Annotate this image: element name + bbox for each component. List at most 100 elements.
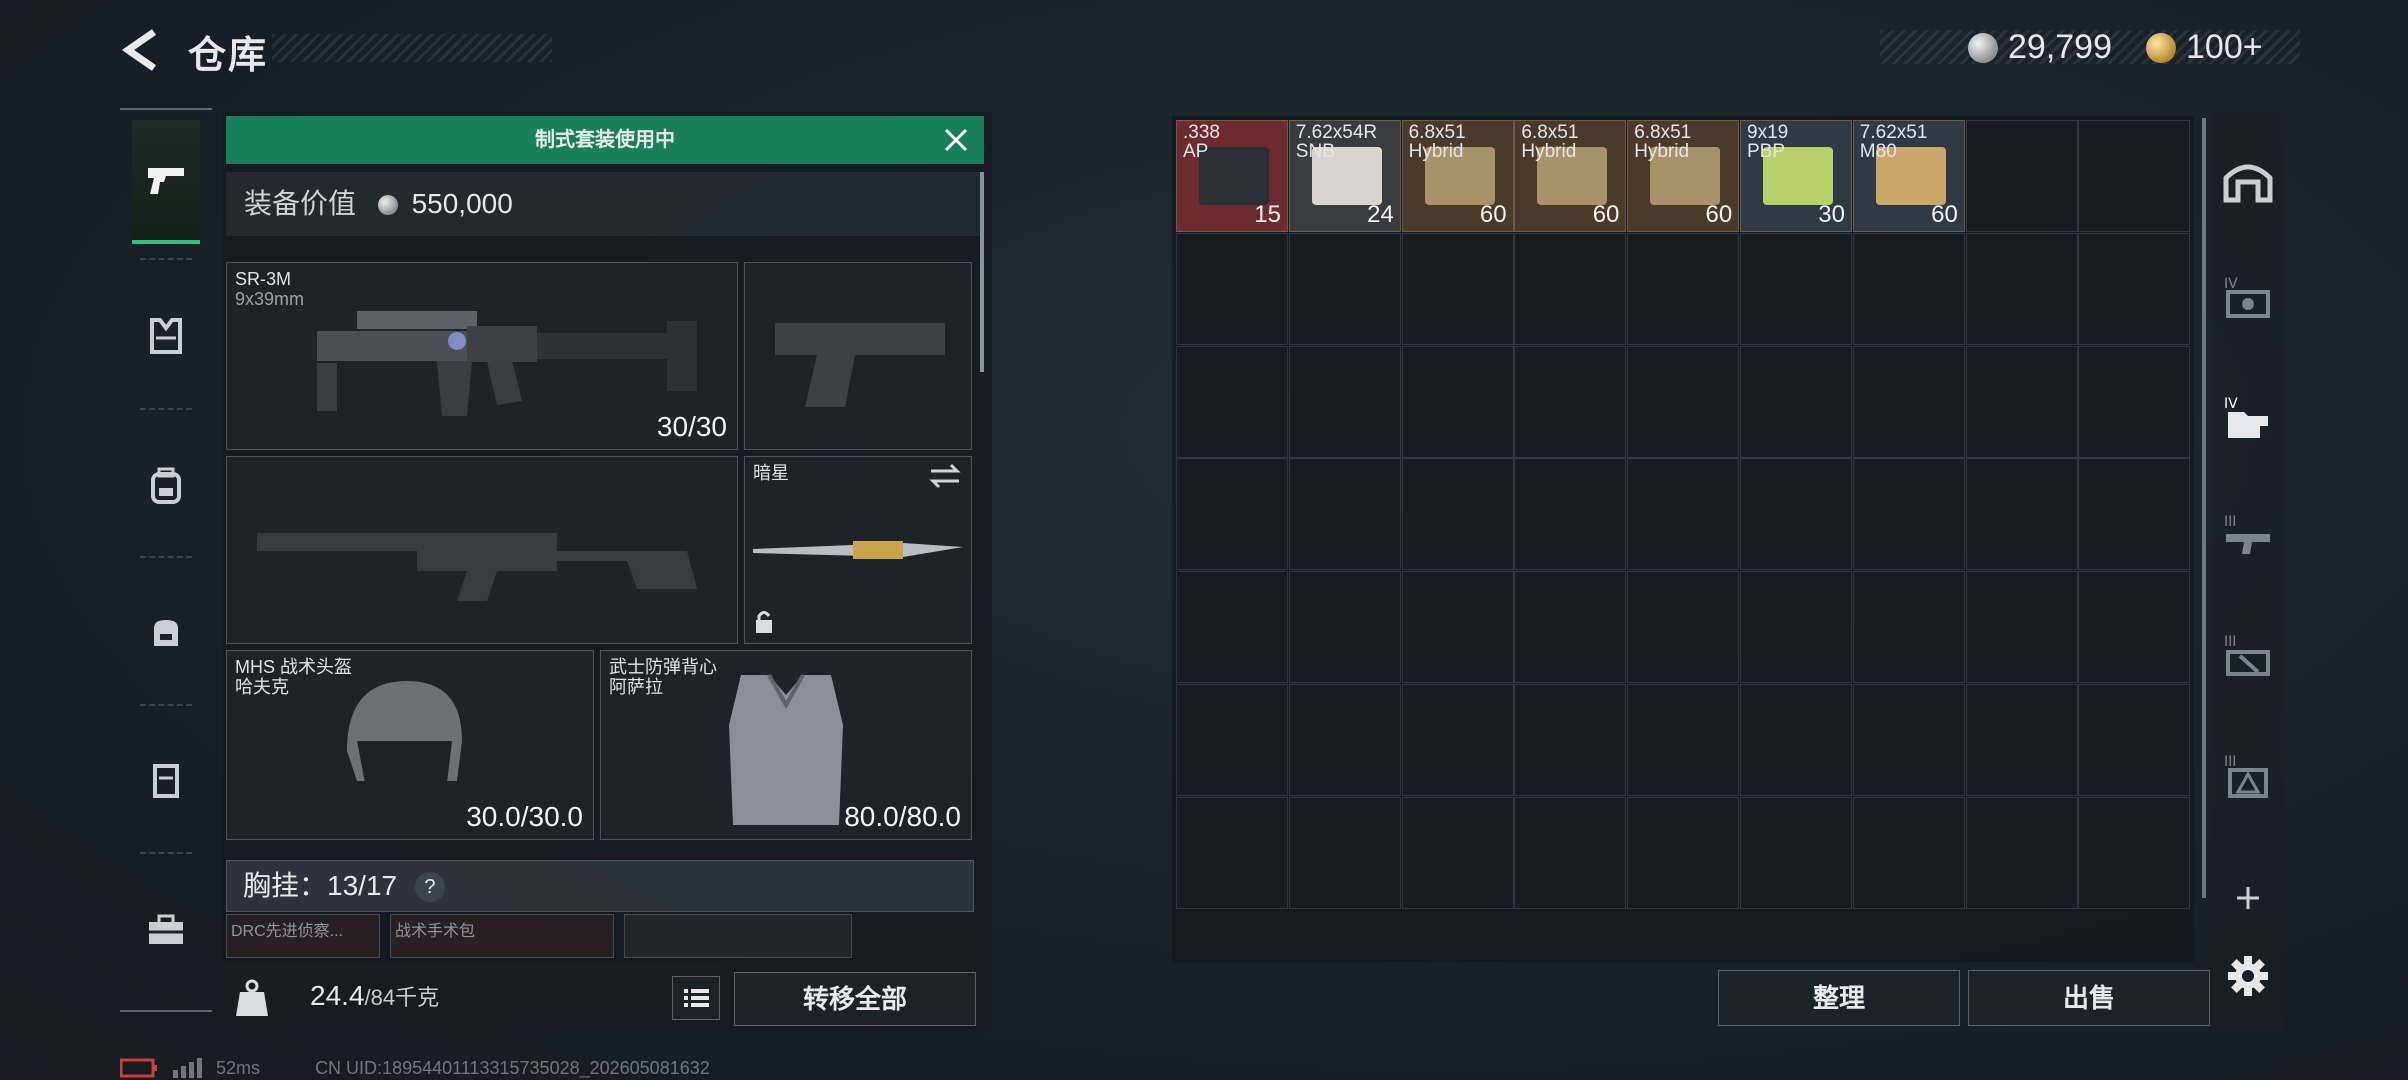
nav-case[interactable] <box>132 720 200 840</box>
stash-cell[interactable] <box>1740 796 1852 909</box>
stash-cell[interactable] <box>2078 684 2191 796</box>
tab-level-iv-case[interactable]: IV <box>2220 270 2276 326</box>
stash-cell[interactable] <box>2078 458 2191 571</box>
stash-cell[interactable] <box>1965 796 2078 909</box>
chest-rig-row[interactable]: 胸挂：13/17 ? <box>226 860 974 912</box>
stash-cell[interactable] <box>1627 458 1740 571</box>
stash-cell[interactable] <box>1852 796 1965 909</box>
pistol-slot[interactable] <box>744 262 972 450</box>
armor-slot[interactable]: 武士防弹背心 阿萨拉 80.0/80.0 <box>600 650 972 840</box>
add-tab-button[interactable] <box>2220 870 2276 926</box>
stash-cell[interactable] <box>1965 120 2078 232</box>
rig-item-2[interactable]: 战术手术包 <box>390 914 614 958</box>
stash-cell[interactable] <box>1627 684 1740 796</box>
stash-cell[interactable] <box>2078 120 2191 232</box>
ammo-item[interactable]: 9x19 PBP 30 <box>1740 120 1852 232</box>
stash-cell[interactable] <box>1401 345 1514 458</box>
stash-cell[interactable] <box>1401 232 1514 345</box>
stash-cell[interactable] <box>1288 684 1401 796</box>
close-icon[interactable] <box>942 126 970 154</box>
tab-level-iv-folder[interactable]: IV <box>2220 390 2276 446</box>
stash-cell[interactable] <box>1401 684 1514 796</box>
sell-button[interactable]: 出售 <box>1968 970 2210 1026</box>
secondary-weapon-slot[interactable] <box>226 456 738 644</box>
stash-cell[interactable] <box>1740 571 1852 684</box>
stash-cell[interactable] <box>1627 796 1740 909</box>
stash-grid[interactable]: .338 AP 15 7.62x54R SNB 24 6.8x51 Hybrid 60 6.8x5… <box>1176 120 2192 960</box>
stash-cell[interactable] <box>1740 232 1852 345</box>
stash-cell[interactable] <box>1401 796 1514 909</box>
stash-cell[interactable] <box>1514 232 1627 345</box>
primary-weapon-slot[interactable]: SR-3M 9x39mm 30/30 <box>226 262 738 450</box>
ammo-item[interactable]: .338 AP 15 <box>1176 120 1288 232</box>
rig-item-3[interactable] <box>624 914 852 958</box>
silver-currency[interactable]: 29,799 <box>1968 28 2112 67</box>
nav-weapons[interactable] <box>132 120 200 244</box>
stash-cell[interactable] <box>1514 345 1627 458</box>
sort-button[interactable]: 整理 <box>1718 970 1960 1026</box>
stash-cell[interactable] <box>2078 232 2191 345</box>
stash-cell[interactable] <box>1401 571 1514 684</box>
stash-cell[interactable] <box>1176 345 1288 458</box>
stash-scrollbar[interactable] <box>2202 118 2206 898</box>
stash-cell[interactable] <box>1288 345 1401 458</box>
rig-item-1[interactable]: DRC先进侦察... <box>226 914 380 958</box>
stash-cell[interactable] <box>1965 345 2078 458</box>
stash-cell[interactable] <box>1514 571 1627 684</box>
stash-cell[interactable] <box>1852 571 1965 684</box>
stash-cell[interactable] <box>1627 345 1740 458</box>
tab-level-iii-gun[interactable]: III <box>2220 508 2276 564</box>
stash-cell[interactable] <box>1740 345 1852 458</box>
stash-cell[interactable] <box>1514 796 1627 909</box>
ammo-item[interactable]: 6.8x51 Hybrid 60 <box>1627 120 1740 232</box>
stash-cell[interactable] <box>1401 458 1514 571</box>
settings-button[interactable] <box>2220 948 2276 1004</box>
stash-cell[interactable] <box>1627 571 1740 684</box>
swap-icon[interactable] <box>929 463 961 489</box>
stash-cell[interactable] <box>1176 232 1288 345</box>
ammo-item[interactable]: 6.8x51 Hybrid 60 <box>1401 120 1514 232</box>
stash-cell[interactable] <box>1965 571 2078 684</box>
tab-level-iii-box[interactable]: III <box>2220 748 2276 804</box>
helmet-slot[interactable]: MHS 战术头盔 哈夫克 30.0/30.0 <box>226 650 594 840</box>
nav-vest[interactable] <box>132 276 200 396</box>
transfer-all-button[interactable]: 转移全部 <box>734 972 976 1026</box>
nav-bag[interactable] <box>132 572 200 692</box>
stash-cell[interactable] <box>1965 232 2078 345</box>
list-view-button[interactable] <box>672 976 720 1020</box>
stash-cell[interactable] <box>1176 684 1288 796</box>
stash-cell[interactable] <box>1514 684 1627 796</box>
melee-slot[interactable]: 暗星 <box>744 456 972 644</box>
stash-cell[interactable] <box>1176 571 1288 684</box>
gold-currency[interactable]: 100+ <box>2146 28 2263 67</box>
stash-cell[interactable] <box>1852 232 1965 345</box>
stash-cell[interactable] <box>1852 684 1965 796</box>
loadout-scrollbar[interactable] <box>980 172 984 372</box>
stash-cell[interactable] <box>1740 684 1852 796</box>
stash-cell[interactable] <box>1176 458 1288 571</box>
stash-cell[interactable] <box>1288 571 1401 684</box>
stash-cell[interactable] <box>1852 345 1965 458</box>
stash-cell[interactable] <box>1965 458 2078 571</box>
stash-cell[interactable] <box>1514 458 1627 571</box>
stash-cell[interactable] <box>1176 796 1288 909</box>
stash-cell[interactable] <box>2078 345 2191 458</box>
tab-level-iii-tool[interactable]: III <box>2220 628 2276 684</box>
nav-toolbox[interactable] <box>132 870 200 990</box>
stash-cell[interactable] <box>1288 796 1401 909</box>
stash-cell[interactable] <box>2078 571 2191 684</box>
tab-safehouse[interactable] <box>2220 152 2276 208</box>
nav-backpack[interactable] <box>132 426 200 546</box>
back-arrow-icon[interactable] <box>118 26 166 74</box>
stash-cell[interactable] <box>1852 458 1965 571</box>
ammo-item[interactable]: 6.8x51 Hybrid 60 <box>1514 120 1627 232</box>
help-icon[interactable]: ? <box>414 872 445 902</box>
stash-cell[interactable] <box>2078 796 2191 909</box>
stash-cell[interactable] <box>1740 458 1852 571</box>
stash-cell[interactable] <box>1288 232 1401 345</box>
ammo-item[interactable]: 7.62x51 M80 60 <box>1852 120 1965 232</box>
stash-cell[interactable] <box>1965 684 2078 796</box>
stash-cell[interactable] <box>1627 232 1740 345</box>
stash-cell[interactable] <box>1288 458 1401 571</box>
ammo-item[interactable]: 7.62x54R SNB 24 <box>1288 120 1401 232</box>
